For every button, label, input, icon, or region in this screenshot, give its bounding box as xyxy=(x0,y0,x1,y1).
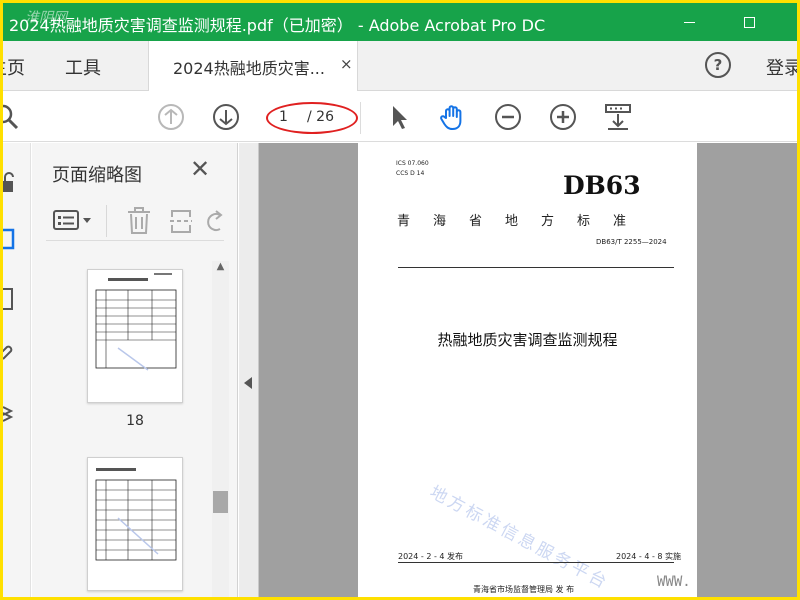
menu-home[interactable]: 主页 xyxy=(3,54,25,80)
ccs-code: CCS D 14 xyxy=(396,170,425,177)
collapse-panel-button[interactable] xyxy=(239,143,259,597)
login-button[interactable]: 登录 xyxy=(766,54,797,80)
rotate-page-icon[interactable] xyxy=(206,207,226,235)
close-tab-icon[interactable]: × xyxy=(340,55,353,73)
pdf-page: ICS 07.060 CCS D 14 DB63 青海省地方标准 DB63/T … xyxy=(358,143,697,597)
issuer: 青海省市场监督管理局 发 布 xyxy=(473,585,575,594)
annotation-ellipse xyxy=(266,102,358,134)
attachment-icon[interactable] xyxy=(3,341,27,365)
extract-page-icon[interactable] xyxy=(168,207,194,235)
footer-rule xyxy=(398,562,674,563)
hand-tool-icon[interactable] xyxy=(438,102,468,132)
previous-page-icon[interactable] xyxy=(156,102,186,132)
delete-page-icon[interactable] xyxy=(126,207,152,235)
window-title: 2024热融地质灾害调查监测规程.pdf（已加密） - Adobe Acroba… xyxy=(9,16,546,35)
menu-bar: 主页 工具 2024热融地质灾害... × ? 登录 xyxy=(3,41,797,91)
maximize-icon xyxy=(743,16,755,28)
title-bar: 2024热融地质灾害调查监测规程.pdf（已加密） - Adobe Acroba… xyxy=(3,3,797,41)
zoom-out-icon[interactable] xyxy=(493,102,523,132)
navigation-rail xyxy=(3,143,31,597)
standard-code: DB63/T 2255—2024 xyxy=(596,238,667,246)
scrollbar-thumb[interactable] xyxy=(213,491,228,513)
page-display-icon[interactable] xyxy=(603,102,633,132)
document-title: 热融地质灾害调查监测规程 xyxy=(437,331,618,349)
thumbnail-preview xyxy=(95,273,177,371)
collapse-arrow-icon xyxy=(244,377,252,389)
thumbnail-panel: 页面缩略图 ✕ 18 ▲ xyxy=(32,143,238,597)
page-thumbnail-18[interactable] xyxy=(87,269,183,403)
document-tab-label: 2024热融地质灾害... xyxy=(173,59,325,78)
corner-watermark: WWW. xyxy=(657,574,691,590)
province-standard: 青海省地方标准 xyxy=(397,214,650,229)
thumbnail-label: 18 xyxy=(126,413,144,429)
bookmark-icon[interactable] xyxy=(3,287,27,311)
lock-icon[interactable] xyxy=(3,171,27,195)
minimize-icon xyxy=(683,21,695,23)
close-panel-icon[interactable]: ✕ xyxy=(190,155,210,183)
help-icon[interactable]: ? xyxy=(705,52,731,78)
panel-title: 页面缩略图 xyxy=(52,165,142,186)
document-tab[interactable]: 2024热融地质灾害... × xyxy=(148,41,358,91)
toolbar-divider xyxy=(360,102,361,134)
maximize-button[interactable] xyxy=(726,3,772,41)
page-thumbnails-icon[interactable] xyxy=(3,227,27,251)
panel-toolbar-divider xyxy=(106,205,107,237)
standard-prefix: DB63 xyxy=(563,171,641,200)
page-watermark: 地方标准信息服务平台 xyxy=(426,482,613,594)
search-icon[interactable] xyxy=(3,102,21,132)
next-page-icon[interactable] xyxy=(211,102,241,132)
minimize-button[interactable] xyxy=(666,3,712,41)
thumbnail-preview xyxy=(95,468,177,561)
panel-scrollbar[interactable]: ▲ xyxy=(212,261,229,597)
layers-icon[interactable] xyxy=(3,401,27,425)
implement-date: 2024 - 4 - 8 实施 xyxy=(616,552,682,561)
publish-date: 2024 - 2 - 4 发布 xyxy=(398,552,464,561)
app-window: 2024热融地质灾害调查监测规程.pdf（已加密） - Adobe Acroba… xyxy=(3,3,797,597)
panel-toolbar xyxy=(46,201,224,241)
options-menu-icon[interactable] xyxy=(52,207,94,235)
select-cursor-icon[interactable] xyxy=(384,102,414,132)
scroll-up-icon[interactable]: ▲ xyxy=(212,261,229,277)
ics-code: ICS 07.060 xyxy=(396,160,429,167)
page-thumbnail-19[interactable] xyxy=(87,457,183,591)
toolbar: 1 / 26 xyxy=(3,92,797,142)
header-rule xyxy=(398,267,674,268)
menu-tools[interactable]: 工具 xyxy=(65,54,101,80)
watermark-logo: 淮阴网 xyxy=(25,10,67,26)
zoom-in-icon[interactable] xyxy=(548,102,578,132)
